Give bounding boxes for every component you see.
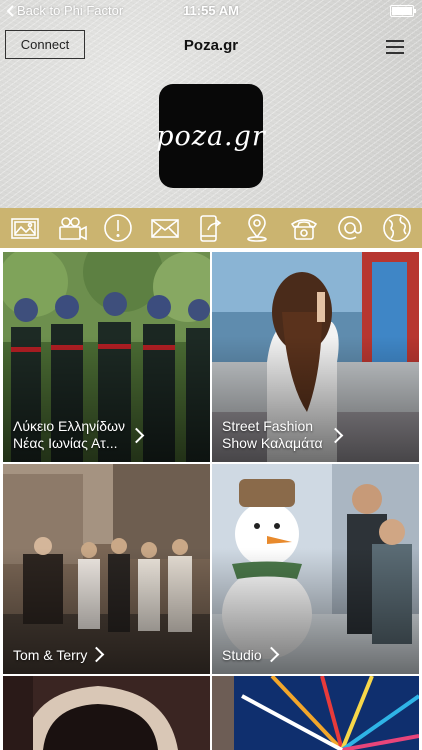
album-tile[interactable]: Tom & Terry bbox=[3, 464, 210, 674]
status-time: 11:55 AM bbox=[183, 3, 239, 18]
album-title-line1: Street Fashion bbox=[222, 418, 314, 434]
info-alert-icon[interactable] bbox=[100, 210, 136, 246]
album-title-line1: Λύκειο Ελληνίδων bbox=[13, 418, 125, 434]
mail-icon[interactable] bbox=[147, 210, 183, 246]
album-title-line1: Tom & Terry bbox=[13, 647, 88, 663]
album-thumbnail bbox=[212, 676, 419, 750]
album-caption: Tom & Terry bbox=[13, 647, 87, 664]
battery-icon bbox=[390, 5, 416, 17]
album-title-line2: Νέας Ιωνίας Ατ... bbox=[13, 435, 118, 451]
logo-text: poza.gr bbox=[156, 120, 266, 152]
mobile-share-icon[interactable] bbox=[193, 210, 229, 246]
album-tile[interactable] bbox=[3, 676, 210, 750]
album-tile[interactable]: Λύκειο Ελληνίδων Νέας Ιωνίας Ατ... bbox=[3, 252, 210, 462]
hamburger-menu-icon[interactable] bbox=[386, 40, 404, 54]
album-title-line2: Show Καλαμάτα bbox=[222, 435, 323, 451]
album-thumbnail bbox=[3, 676, 210, 750]
location-pin-icon[interactable] bbox=[239, 210, 275, 246]
app-logo: poza.gr bbox=[156, 84, 266, 188]
video-camera-icon[interactable] bbox=[54, 210, 90, 246]
photo-gallery-icon[interactable] bbox=[7, 210, 43, 246]
album-tile[interactable] bbox=[212, 676, 419, 750]
album-tile[interactable]: Street Fashion Show Καλαμάτα bbox=[212, 252, 419, 462]
icon-toolbar bbox=[0, 208, 422, 248]
album-caption: Street Fashion Show Καλαμάτα bbox=[222, 418, 323, 452]
album-title-line1: Studio bbox=[222, 647, 262, 663]
globe-icon[interactable] bbox=[379, 210, 415, 246]
album-caption: Λύκειο Ελληνίδων Νέας Ιωνίας Ατ... bbox=[13, 418, 125, 452]
page-title: Poza.gr bbox=[183, 37, 239, 54]
at-email-icon[interactable] bbox=[332, 210, 368, 246]
album-grid: Λύκειο Ελληνίδων Νέας Ιωνίας Ατ... Stree… bbox=[0, 249, 422, 750]
album-caption: Studio bbox=[222, 647, 262, 664]
status-bar: Back to Phi Factor 11:55 AM bbox=[0, 0, 422, 22]
album-tile[interactable]: Studio bbox=[212, 464, 419, 674]
phone-icon[interactable] bbox=[286, 210, 322, 246]
